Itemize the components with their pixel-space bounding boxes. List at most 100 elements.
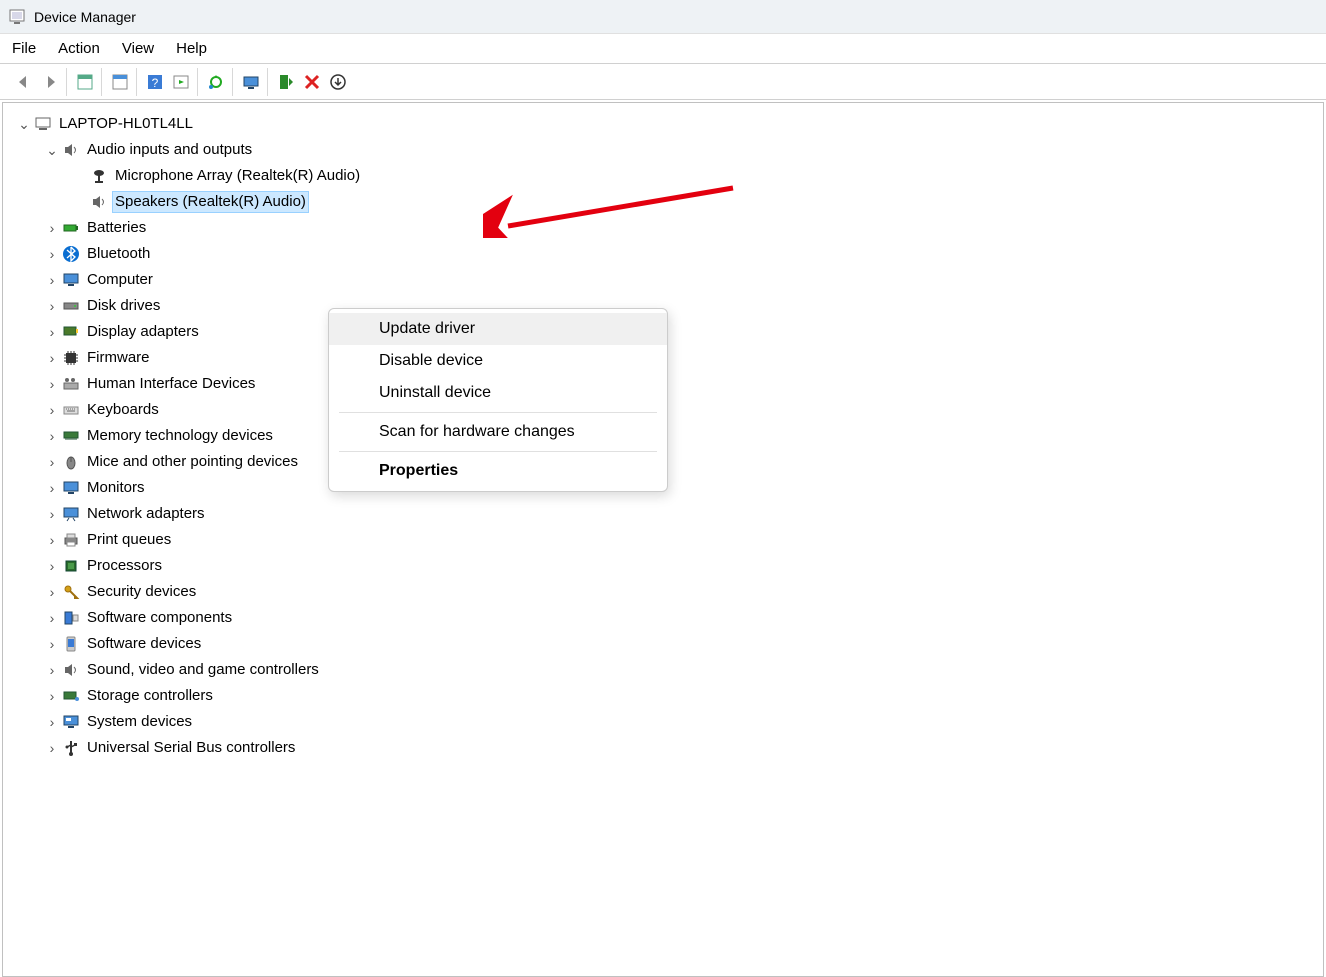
app-icon — [8, 8, 26, 26]
expander-icon[interactable]: › — [43, 479, 61, 498]
tree-keyboards-label: Keyboards — [85, 400, 161, 420]
expander-icon[interactable]: › — [43, 297, 61, 316]
expander-icon[interactable]: › — [43, 453, 61, 472]
expander-icon[interactable]: › — [43, 427, 61, 446]
menu-file[interactable]: File — [12, 40, 36, 57]
tree-mic-node[interactable]: Microphone Array (Realtek(R) Audio) — [13, 163, 1313, 189]
separator — [339, 451, 657, 452]
tree-firmware-label: Firmware — [85, 348, 152, 368]
tree-swcomp-label: Software components — [85, 608, 234, 628]
tree-display-label: Display adapters — [85, 322, 201, 342]
tree-memtech-label: Memory technology devices — [85, 426, 275, 446]
expander-icon[interactable]: › — [43, 271, 61, 290]
memory-icon — [61, 426, 81, 446]
disk-icon — [61, 296, 81, 316]
expander-icon[interactable]: › — [43, 323, 61, 342]
tree-speakers-node[interactable]: Speakers (Realtek(R) Audio) — [13, 189, 1313, 215]
properties-button[interactable] — [108, 70, 132, 94]
software-device-icon — [61, 634, 81, 654]
tree-system-node[interactable]: › System devices — [13, 709, 1313, 735]
tree-security-label: Security devices — [85, 582, 198, 602]
tree-swcomp-node[interactable]: › Software components — [13, 605, 1313, 631]
expander-icon[interactable]: › — [43, 375, 61, 394]
menu-help[interactable]: Help — [176, 40, 207, 57]
tree-disk-label: Disk drives — [85, 296, 162, 316]
tree-bluetooth-label: Bluetooth — [85, 244, 152, 264]
menu-view[interactable]: View — [122, 40, 154, 57]
back-button[interactable] — [12, 70, 36, 94]
mouse-icon — [61, 452, 81, 472]
ctx-properties[interactable]: Properties — [329, 455, 667, 487]
key-icon — [61, 582, 81, 602]
tree-batteries-node[interactable]: › Batteries — [13, 215, 1313, 241]
tree-bluetooth-node[interactable]: › Bluetooth — [13, 241, 1313, 267]
tree-network-node[interactable]: › Network adapters — [13, 501, 1313, 527]
speaker-icon — [89, 192, 109, 212]
tree-sound-node[interactable]: › Sound, video and game controllers — [13, 657, 1313, 683]
expander-icon[interactable]: › — [43, 349, 61, 368]
forward-button[interactable] — [38, 70, 62, 94]
show-hide-tree-button[interactable] — [73, 70, 97, 94]
keyboard-icon — [61, 400, 81, 420]
speaker-icon — [61, 660, 81, 680]
device-tree-pane: ⌄ LAPTOP-HL0TL4LL ⌄ Audio inputs and out… — [2, 102, 1324, 977]
ctx-scan-hardware[interactable]: Scan for hardware changes — [329, 416, 667, 448]
chip-icon — [61, 348, 81, 368]
tree-speakers-label: Speakers (Realtek(R) Audio) — [113, 192, 308, 212]
separator — [339, 412, 657, 413]
expander-icon[interactable]: › — [43, 635, 61, 654]
enable-button[interactable] — [274, 70, 298, 94]
network-icon — [61, 504, 81, 524]
tree-print-node[interactable]: › Print queues — [13, 527, 1313, 553]
expander-icon[interactable]: › — [43, 583, 61, 602]
expander-icon[interactable]: › — [43, 219, 61, 238]
tree-computer-node[interactable]: › Computer — [13, 267, 1313, 293]
tree-root-node[interactable]: ⌄ LAPTOP-HL0TL4LL — [13, 111, 1313, 137]
ctx-update-driver[interactable]: Update driver — [329, 313, 667, 345]
scan-hardware-button[interactable] — [239, 70, 263, 94]
ctx-uninstall-device[interactable]: Uninstall device — [329, 377, 667, 409]
expander-icon[interactable]: ⌄ — [43, 141, 61, 160]
bluetooth-icon — [61, 244, 81, 264]
tree-mic-label: Microphone Array (Realtek(R) Audio) — [113, 166, 362, 186]
expander-icon[interactable]: › — [43, 713, 61, 732]
expander-icon[interactable]: › — [43, 739, 61, 758]
disable-button[interactable] — [300, 70, 324, 94]
tree-swdev-node[interactable]: › Software devices — [13, 631, 1313, 657]
update-driver-button[interactable] — [204, 70, 228, 94]
speaker-icon — [61, 140, 81, 160]
expander-icon[interactable]: › — [43, 687, 61, 706]
monitor-icon — [61, 270, 81, 290]
tree-audio-node[interactable]: ⌄ Audio inputs and outputs — [13, 137, 1313, 163]
uninstall-button[interactable] — [326, 70, 350, 94]
battery-icon — [61, 218, 81, 238]
action-button[interactable] — [169, 70, 193, 94]
ctx-disable-device[interactable]: Disable device — [329, 345, 667, 377]
display-adapter-icon — [61, 322, 81, 342]
expander-icon[interactable]: › — [43, 661, 61, 680]
window-title: Device Manager — [34, 9, 136, 25]
printer-icon — [61, 530, 81, 550]
expander-icon[interactable]: › — [43, 531, 61, 550]
expander-icon[interactable]: › — [43, 505, 61, 524]
tree-security-node[interactable]: › Security devices — [13, 579, 1313, 605]
expander-icon[interactable]: › — [43, 245, 61, 264]
tree-processors-node[interactable]: › Processors — [13, 553, 1313, 579]
help-button[interactable]: ? — [143, 70, 167, 94]
tree-hid-label: Human Interface Devices — [85, 374, 257, 394]
tree-batteries-label: Batteries — [85, 218, 148, 238]
tree-storage-label: Storage controllers — [85, 686, 215, 706]
expander-icon[interactable]: › — [43, 609, 61, 628]
tree-storage-node[interactable]: › Storage controllers — [13, 683, 1313, 709]
expander-icon[interactable]: › — [43, 401, 61, 420]
software-component-icon — [61, 608, 81, 628]
context-menu: Update driver Disable device Uninstall d… — [328, 308, 668, 492]
menu-action[interactable]: Action — [58, 40, 100, 57]
expander-icon[interactable]: ⌄ — [15, 115, 33, 134]
tree-print-label: Print queues — [85, 530, 173, 550]
tree-monitors-label: Monitors — [85, 478, 147, 498]
tree-usb-label: Universal Serial Bus controllers — [85, 738, 297, 758]
expander-icon[interactable]: › — [43, 557, 61, 576]
tree-usb-node[interactable]: › Universal Serial Bus controllers — [13, 735, 1313, 761]
usb-icon — [61, 738, 81, 758]
